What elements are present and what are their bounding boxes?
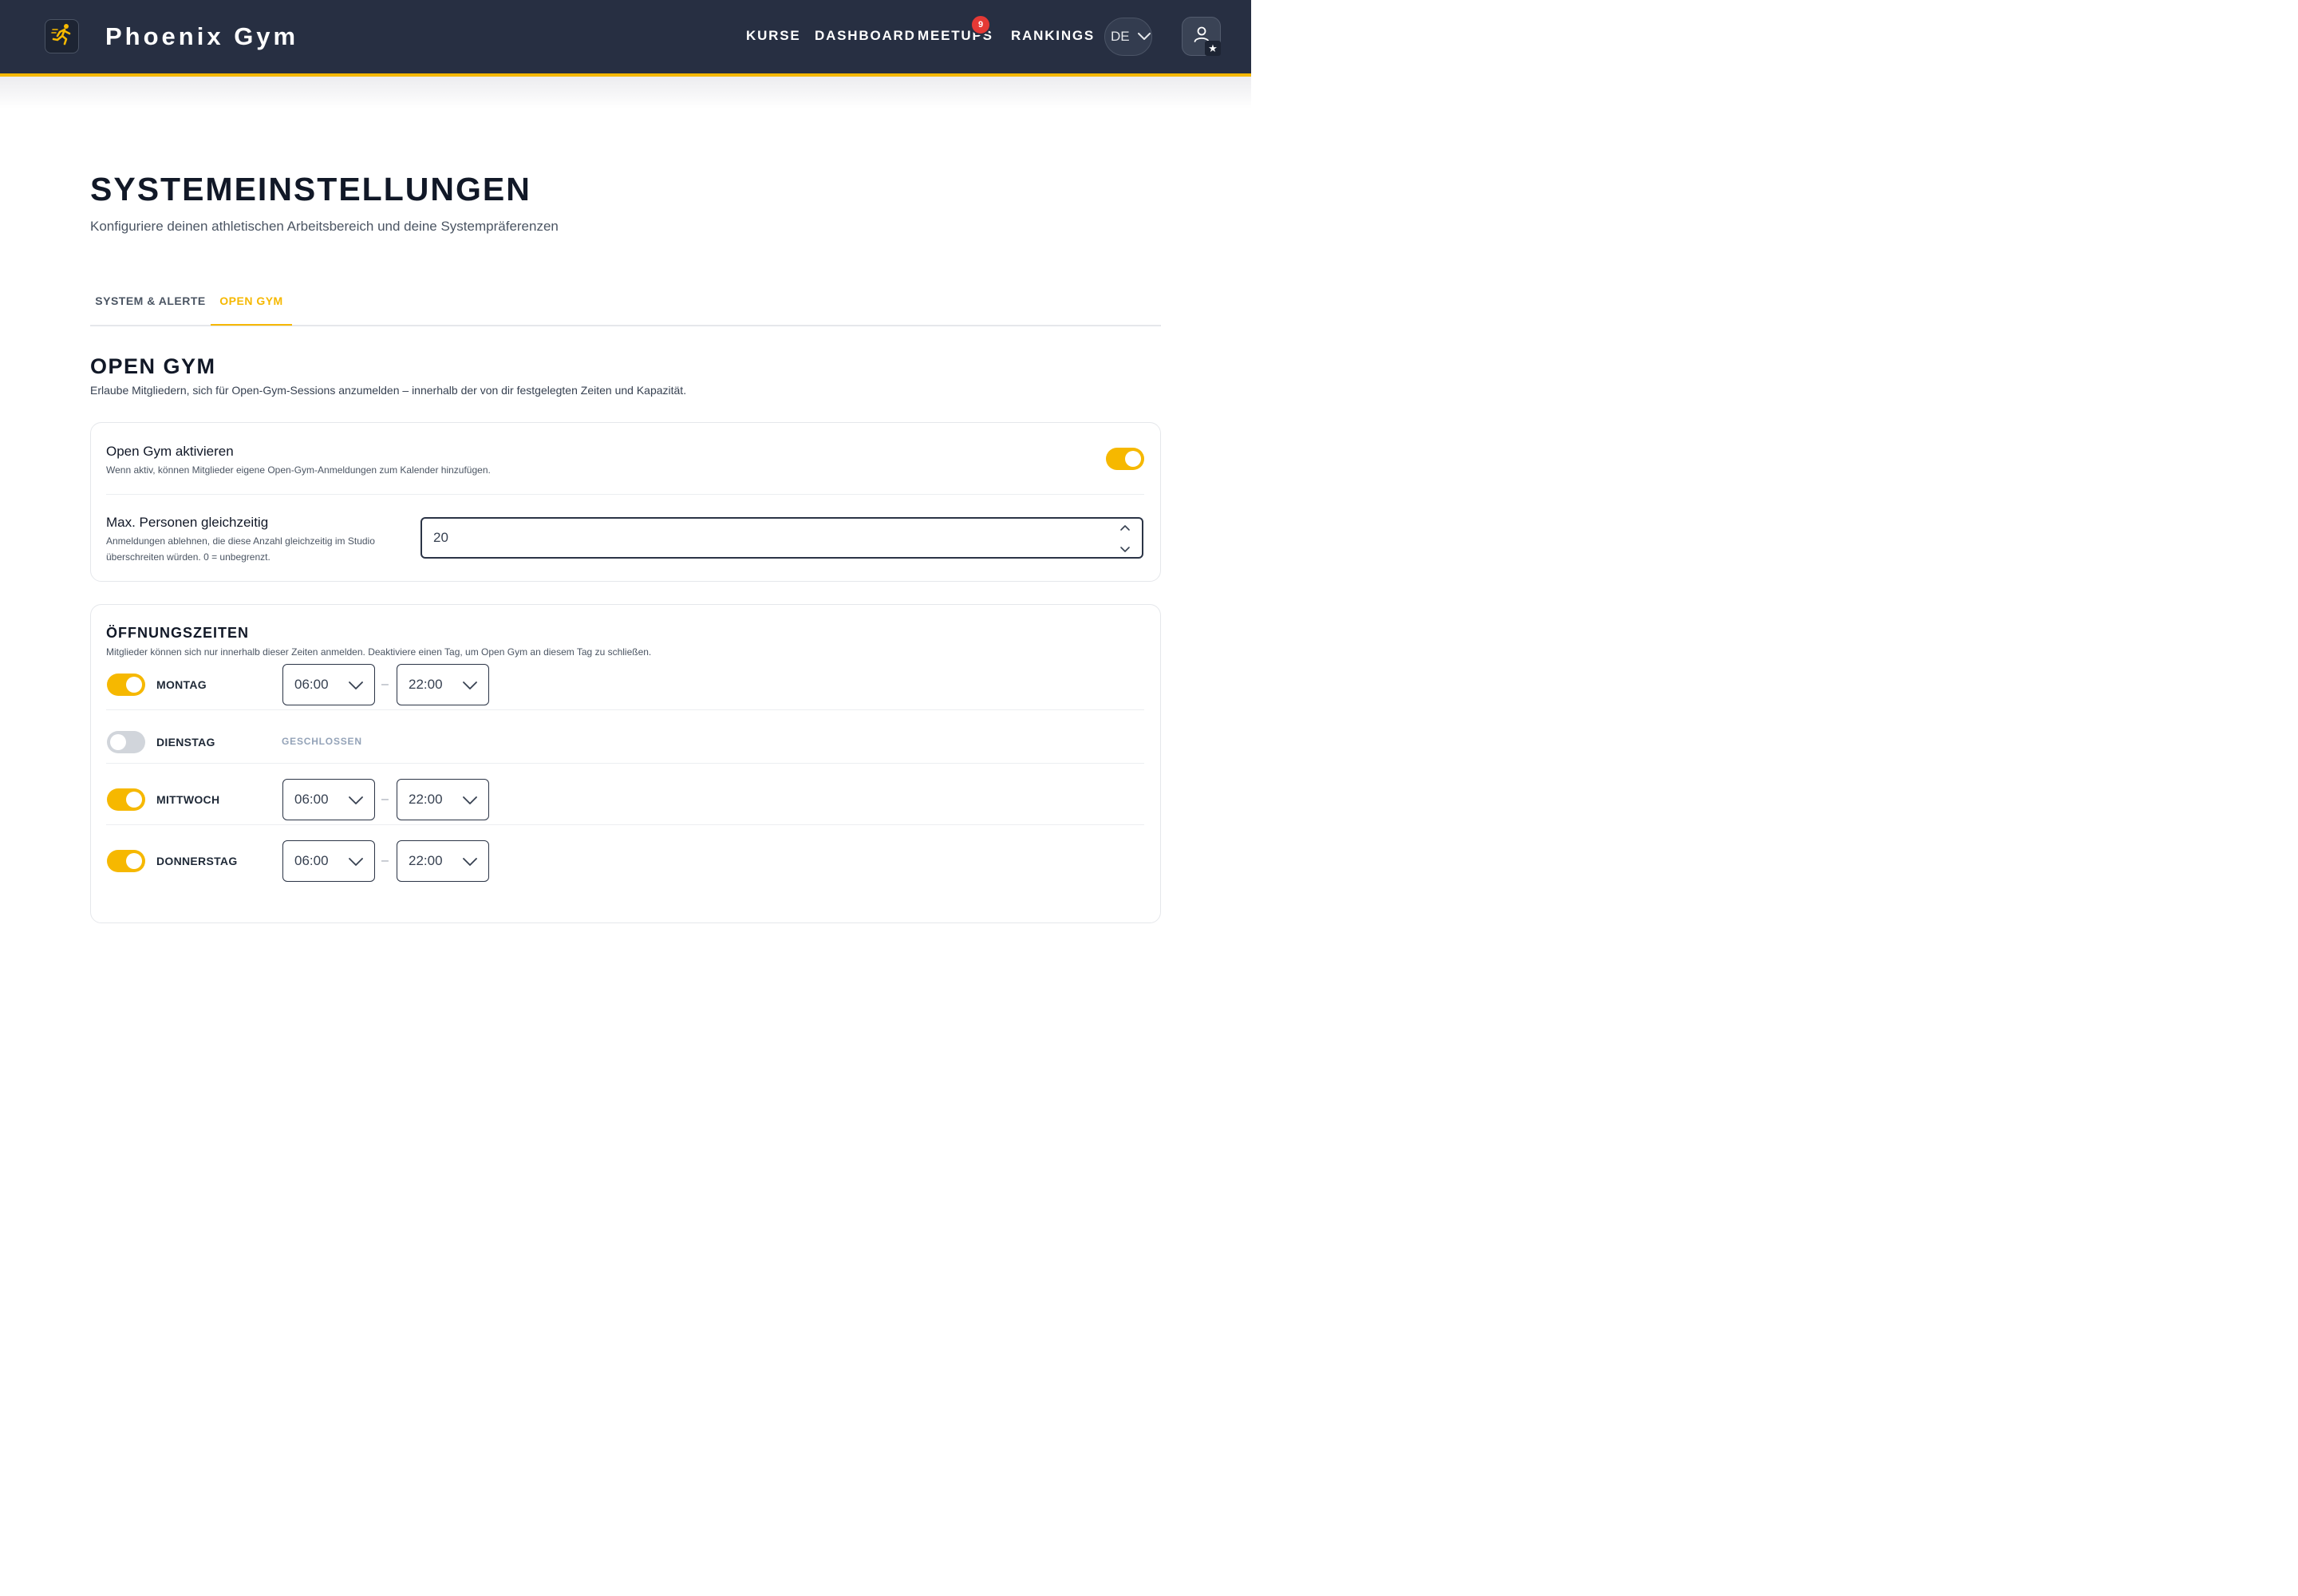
card-divider [106,494,1144,495]
meetups-notification-badge: 9 [970,14,991,35]
language-selector[interactable]: DE [1104,18,1152,56]
day-label-monday: MONTAG [156,678,207,691]
toggle-knob [126,853,142,869]
thursday-to-select[interactable]: 22:00 [397,840,489,882]
nav-link-kurse[interactable]: KURSE [746,26,801,45]
tab-system-alerts[interactable]: SYSTEM & ALERTE [90,279,211,326]
wednesday-to-select[interactable]: 22:00 [397,779,489,820]
section-description: Erlaube Mitgliedern, sich für Open-Gym-S… [90,384,687,397]
chevron-down-icon [1137,29,1151,45]
tuesday-closed-label: GESCHLOSSEN [282,736,362,747]
day-label-tuesday: DIENSTAG [156,736,215,749]
toggle-knob [110,734,126,750]
settings-tabs: SYSTEM & ALERTE OPEN GYM [90,279,1161,326]
thursday-from-select[interactable]: 06:00 [282,840,375,882]
brand-name[interactable]: Phoenix Gym [105,21,298,53]
monday-to-select[interactable]: 22:00 [397,664,489,705]
day-label-wednesday: MITTWOCH [156,793,220,806]
wednesday-from-value: 06:00 [294,792,329,807]
nav-link-rankings[interactable]: RANKINGS [1011,26,1095,45]
chevron-down-icon [1120,547,1130,552]
row-divider [106,763,1144,764]
toggle-knob [126,792,142,808]
day-toggle-monday[interactable] [107,674,145,696]
max-people-input[interactable]: 20 [421,517,1143,559]
section-title: OPEN GYM [90,354,216,378]
chevron-down-icon [463,680,477,694]
chevron-down-icon [463,856,477,871]
opening-hours-description: Mitglieder können sich nur innerhalb die… [106,646,652,658]
tab-open-gym[interactable]: OPEN GYM [211,279,292,326]
day-toggle-tuesday[interactable] [107,731,145,753]
max-people-help: Anmeldungen ablehnen, die diese Anzahl g… [106,535,375,563]
max-people-label: Max. Personen gleichzeitig [106,515,269,530]
time-separator: – [381,678,389,691]
nav-link-dashboard[interactable]: DASHBOARD [815,26,916,45]
enable-open-gym-label: Open Gym aktivieren [106,444,234,459]
enable-open-gym-toggle[interactable] [1106,448,1144,470]
monday-from-value: 06:00 [294,677,329,692]
day-toggle-wednesday[interactable] [107,788,145,811]
enable-open-gym-help: Wenn aktiv, können Mitglieder eigene Ope… [106,464,491,476]
chevron-down-icon [463,795,477,809]
opening-hours-title: ÖFFNUNGSZEITEN [106,625,249,641]
row-divider [106,709,1144,710]
chevron-down-icon [349,856,363,871]
toggle-knob [1125,451,1141,467]
page-title: SYSTEMEINSTELLUNGEN [90,171,531,207]
row-divider [106,824,1144,825]
number-stepper[interactable] [1119,522,1131,555]
chevron-up-icon [1120,525,1130,531]
chevron-down-icon [349,795,363,809]
brand-logo[interactable] [45,19,79,53]
thursday-to-value: 22:00 [409,853,443,868]
page-subtitle: Konfiguriere deinen athletischen Arbeits… [90,219,559,234]
time-separator: – [381,854,389,867]
chevron-down-icon [349,680,363,694]
day-label-thursday: DONNERSTAG [156,855,238,867]
running-figure-icon [50,22,74,50]
max-people-value: 20 [433,530,448,545]
monday-to-value: 22:00 [409,677,443,692]
language-value: DE [1111,29,1130,44]
wednesday-from-select[interactable]: 06:00 [282,779,375,820]
time-separator: – [381,792,389,806]
monday-from-select[interactable]: 06:00 [282,664,375,705]
day-toggle-thursday[interactable] [107,850,145,872]
toggle-knob [126,677,142,693]
thursday-from-value: 06:00 [294,853,329,868]
wednesday-to-value: 22:00 [409,792,443,807]
star-icon: ★ [1205,41,1221,56]
header-shadow [0,77,1251,109]
